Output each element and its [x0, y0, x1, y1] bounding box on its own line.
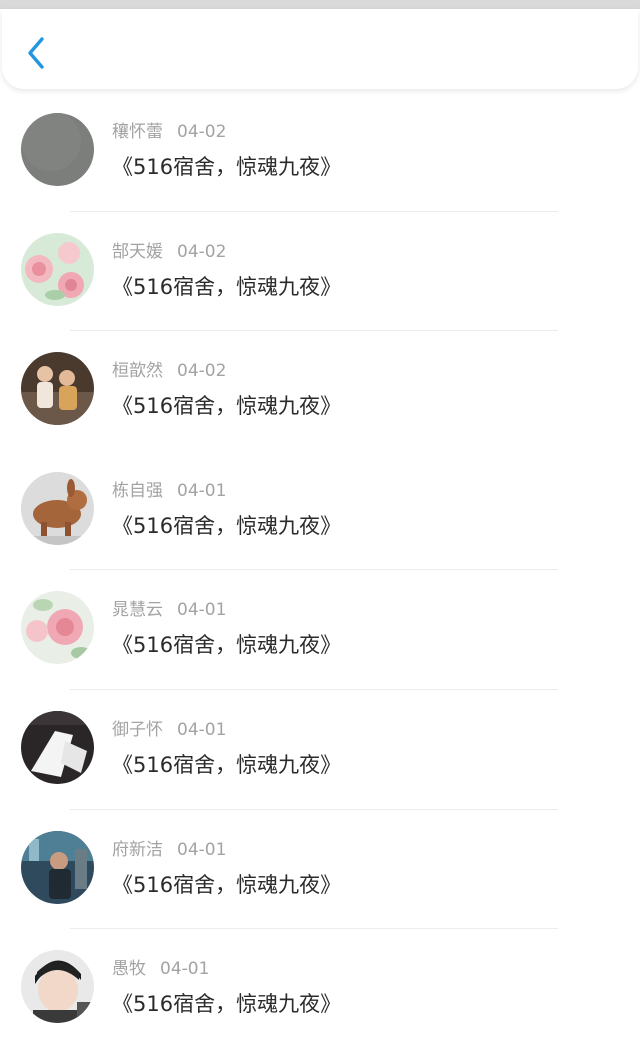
avatar[interactable]: [21, 830, 94, 904]
avatar[interactable]: [21, 352, 94, 426]
avatar[interactable]: [21, 471, 94, 545]
chevron-left-icon: [28, 37, 44, 69]
item-meta: 御子怀 04-01: [112, 719, 226, 741]
item-meta: 晁慧云 04-01: [112, 599, 226, 621]
list-item[interactable]: 晁慧云 04-01 《516宿舍，惊魂九夜》: [0, 570, 640, 690]
post-date: 04-02: [177, 241, 227, 262]
book-title[interactable]: 《516宿舍，惊魂九夜》: [112, 512, 341, 540]
avatar[interactable]: [21, 950, 94, 1024]
list-item[interactable]: 桓歆然 04-02 《516宿舍，惊魂九夜》: [0, 331, 640, 453]
book-title[interactable]: 《516宿舍，惊魂九夜》: [112, 751, 341, 779]
list-item[interactable]: 御子怀 04-01 《516宿舍，惊魂九夜》: [0, 689, 640, 810]
list-item[interactable]: 府新洁 04-01 《516宿舍，惊魂九夜》: [0, 809, 640, 930]
list-item[interactable]: 愚牧 04-01 《516宿舍，惊魂九夜》: [0, 929, 640, 1049]
post-date: 04-01: [177, 839, 227, 860]
post-date: 04-01: [177, 600, 227, 621]
item-meta: 穰怀蕾 04-02: [112, 121, 226, 143]
post-date: 04-02: [177, 361, 227, 382]
back-button[interactable]: [18, 33, 54, 73]
book-title[interactable]: 《516宿舍，惊魂九夜》: [112, 871, 341, 899]
comment-list: 穰怀蕾 04-02 《516宿舍，惊魂九夜》 郜天媛 04-02 《516宿舍，惊魂…: [0, 92, 640, 1049]
top-nav-bar: [2, 9, 638, 89]
item-meta: 愚牧 04-01: [112, 958, 209, 980]
avatar[interactable]: [21, 710, 94, 784]
post-date: 04-02: [177, 122, 227, 142]
status-bar-strip: [0, 0, 640, 9]
post-date: 04-01: [177, 719, 227, 740]
book-title[interactable]: 《516宿舍，惊魂九夜》: [112, 631, 341, 659]
book-title[interactable]: 《516宿舍，惊魂九夜》: [112, 392, 341, 420]
user-name[interactable]: 御子怀: [112, 720, 163, 740]
user-name[interactable]: 府新洁: [112, 840, 163, 860]
list-item[interactable]: 栋自强 04-01 《516宿舍，惊魂九夜》: [0, 450, 640, 571]
item-meta: 郜天媛 04-02: [112, 241, 226, 263]
user-name[interactable]: 桓歆然: [112, 361, 163, 381]
post-date: 04-01: [160, 959, 210, 980]
book-title[interactable]: 《516宿舍，惊魂九夜》: [112, 153, 341, 181]
item-meta: 栋自强 04-01: [112, 480, 226, 502]
list-item[interactable]: 穰怀蕾 04-02 《516宿舍，惊魂九夜》: [0, 92, 640, 212]
user-name[interactable]: 栋自强: [112, 481, 163, 501]
post-date: 04-01: [177, 480, 227, 501]
book-title[interactable]: 《516宿舍，惊魂九夜》: [112, 273, 341, 301]
list-item[interactable]: 郜天媛 04-02 《516宿舍，惊魂九夜》: [0, 211, 640, 332]
item-meta: 府新洁 04-01: [112, 839, 226, 861]
book-title[interactable]: 《516宿舍，惊魂九夜》: [112, 990, 341, 1018]
avatar[interactable]: [21, 113, 94, 186]
avatar[interactable]: [21, 591, 94, 665]
user-name[interactable]: 晁慧云: [112, 600, 163, 620]
user-name[interactable]: 愚牧: [112, 959, 146, 979]
user-name[interactable]: 郜天媛: [112, 242, 163, 262]
avatar[interactable]: [21, 232, 94, 306]
item-meta: 桓歆然 04-02: [112, 360, 226, 382]
user-name[interactable]: 穰怀蕾: [112, 122, 163, 142]
